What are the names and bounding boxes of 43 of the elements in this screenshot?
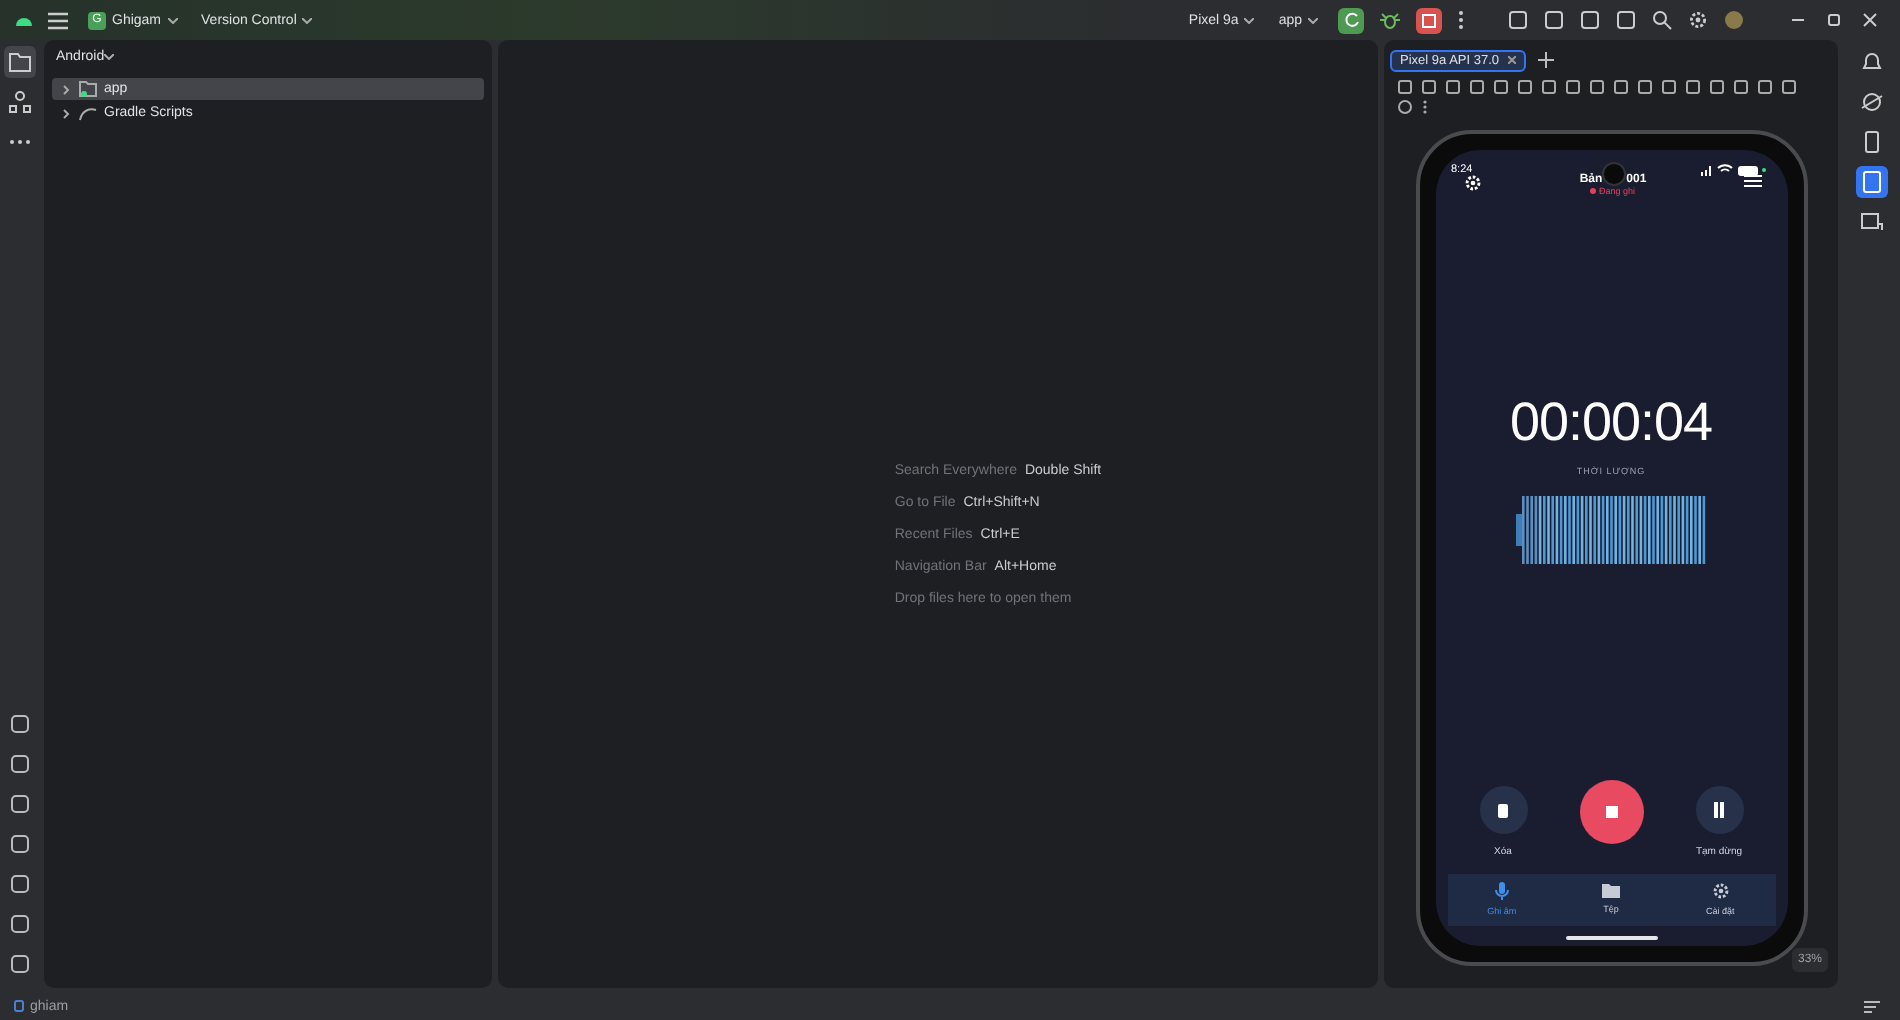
settings-icon bbox=[1711, 881, 1730, 899]
status-menu-icon[interactable] bbox=[1864, 999, 1880, 1013]
caret-icon bbox=[302, 17, 313, 23]
stop-icon bbox=[1605, 805, 1617, 817]
status-icons bbox=[1699, 163, 1767, 175]
folder-icon[interactable] bbox=[3, 46, 35, 78]
stop-record-button[interactable] bbox=[1579, 779, 1643, 843]
bug-icon[interactable] bbox=[1380, 10, 1400, 30]
rerun-button[interactable] bbox=[1338, 7, 1364, 33]
pause-icon bbox=[1712, 801, 1726, 817]
pause-button[interactable] bbox=[1695, 785, 1743, 833]
module-icon bbox=[14, 1000, 24, 1012]
caret-icon bbox=[104, 54, 115, 60]
caret-icon bbox=[1244, 17, 1255, 23]
stop-button[interactable] bbox=[1416, 7, 1442, 33]
avatar-icon[interactable] bbox=[1724, 10, 1744, 30]
menu-icon[interactable] bbox=[48, 11, 68, 29]
trash-icon bbox=[1496, 801, 1510, 817]
microphone-icon bbox=[1493, 881, 1510, 899]
structure-icon[interactable] bbox=[3, 86, 35, 118]
rerun-icon bbox=[1343, 12, 1359, 28]
folder-icon bbox=[78, 80, 98, 98]
stop-icon bbox=[1422, 13, 1436, 27]
close-icon[interactable] bbox=[1507, 56, 1516, 64]
caret-icon bbox=[167, 17, 178, 23]
close-icon[interactable] bbox=[1860, 10, 1880, 30]
search-icon[interactable] bbox=[1652, 10, 1672, 30]
timer-text: 00:00:04 bbox=[1509, 391, 1713, 453]
running-devices-icon[interactable] bbox=[1856, 166, 1888, 198]
folder-icon bbox=[1601, 881, 1620, 897]
android-icon bbox=[16, 14, 32, 26]
caret-icon bbox=[1308, 17, 1318, 23]
more-icon[interactable] bbox=[1458, 10, 1464, 30]
camera-cutout bbox=[1602, 161, 1627, 185]
recording-dot-icon bbox=[1590, 187, 1597, 193]
settings-icon[interactable] bbox=[1688, 10, 1708, 30]
restore-icon[interactable] bbox=[1824, 10, 1844, 30]
history-icon[interactable] bbox=[1398, 100, 1412, 114]
home-indicator bbox=[1565, 935, 1657, 939]
list-icon[interactable] bbox=[1744, 173, 1763, 187]
delete-button[interactable] bbox=[1479, 785, 1527, 833]
add-icon[interactable] bbox=[1537, 52, 1554, 68]
more-icon[interactable] bbox=[1422, 100, 1428, 114]
